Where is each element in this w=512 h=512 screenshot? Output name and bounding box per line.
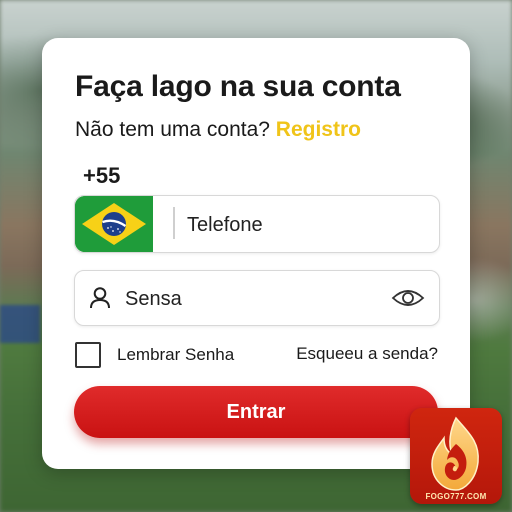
phone-input[interactable] xyxy=(185,204,429,246)
login-card: Faça lago na sua conta Não tem uma conta… xyxy=(42,38,470,469)
register-link[interactable]: Registro xyxy=(276,118,361,141)
forgot-password-link[interactable]: Esqueeu a senda? xyxy=(296,344,438,364)
remember-checkbox[interactable] xyxy=(75,342,101,368)
user-icon xyxy=(90,287,110,309)
signup-prompt: Não tem uma conta? Registro xyxy=(75,118,361,142)
background-object xyxy=(0,305,40,343)
login-button[interactable]: Entrar xyxy=(74,386,438,438)
remember-password[interactable]: Lembrar Senha xyxy=(75,342,234,368)
page-title: Faça lago na sua conta xyxy=(75,70,401,103)
flame-logo-icon xyxy=(431,416,479,491)
remember-label: Lembrar Senha xyxy=(117,345,235,364)
country-code: +55 xyxy=(83,163,121,188)
logo-text: FOGO777.COM xyxy=(425,492,487,501)
password-input[interactable] xyxy=(123,278,377,320)
phone-field[interactable] xyxy=(74,195,440,253)
brazil-flag-icon[interactable] xyxy=(75,196,153,252)
signup-prompt-text: Não tem uma conta? xyxy=(75,118,270,141)
eye-icon[interactable] xyxy=(391,287,425,309)
brand-logo: FOGO777.COM xyxy=(410,408,502,504)
phone-divider xyxy=(173,207,175,239)
password-field[interactable] xyxy=(74,270,440,326)
